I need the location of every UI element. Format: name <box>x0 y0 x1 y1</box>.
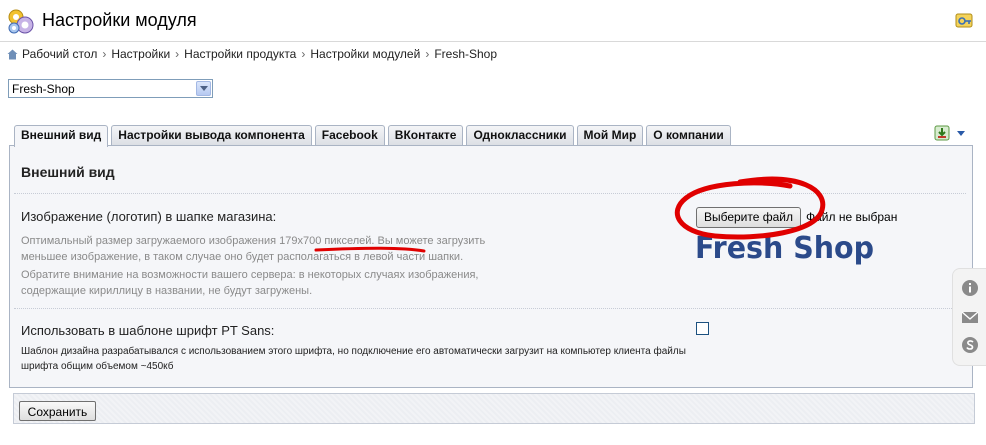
logo-preview: Fresh Shop <box>695 231 875 266</box>
breadcrumb-item-current: Fresh-Shop <box>434 47 498 61</box>
breadcrumb-separator: › <box>175 47 180 61</box>
tab-vkontakte[interactable]: ВКонтакте <box>387 125 464 145</box>
tab-moi-mir[interactable]: Мой Мир <box>576 125 644 145</box>
logo-option-hint-size: Оптимальный размер загружаемого изображе… <box>21 235 486 263</box>
section-divider <box>14 193 966 194</box>
tab-tools-icon[interactable] <box>934 125 968 141</box>
tab-facebook[interactable]: Facebook <box>314 125 385 145</box>
tab-odnoklassniki[interactable]: Одноклассники <box>466 125 574 145</box>
breadcrumb: Рабочий стол › Настройки › Настройки про… <box>7 46 497 62</box>
breadcrumb-separator: › <box>425 47 430 61</box>
font-option-hint: Шаблон дизайна разрабатывался с использо… <box>21 346 686 372</box>
breadcrumb-item-module-settings[interactable]: Настройки модулей <box>310 47 420 61</box>
breadcrumb-separator: › <box>301 47 306 61</box>
chevron-down-icon[interactable] <box>196 81 211 96</box>
help-key-icon[interactable] <box>955 12 975 30</box>
logo-option-hint-cyrillic: Обратите внимание на возможности вашего … <box>21 269 479 297</box>
module-select-value: Fresh-Shop <box>12 82 75 96</box>
breadcrumb-item-settings[interactable]: Настройки <box>111 47 170 61</box>
tab-component-output[interactable]: Настройки вывода компонента <box>111 125 312 145</box>
logo-option-label: Изображение (логотип) в шапке магазина: <box>21 209 277 224</box>
tabs-row: Внешний вид Настройки вывода компонента … <box>14 125 734 147</box>
tab-about-company[interactable]: О компании <box>646 125 731 145</box>
tab-appearance[interactable]: Внешний вид <box>14 125 109 147</box>
footer-panel <box>13 393 975 424</box>
option-divider <box>14 308 966 309</box>
page-title: Настройки модуля <box>42 10 197 30</box>
home-icon <box>7 49 18 59</box>
section-title: Внешний вид <box>21 164 115 180</box>
choose-file-button[interactable]: Выберите файл <box>696 207 801 228</box>
file-status: Файл не выбран <box>806 210 898 224</box>
breadcrumb-item-desktop[interactable]: Рабочий стол <box>22 47 97 61</box>
side-widget <box>952 268 986 366</box>
breadcrumb-item-product-settings[interactable]: Настройки продукта <box>184 47 296 61</box>
title-bar: Настройки модуля <box>0 0 986 42</box>
mail-icon[interactable] <box>961 308 979 326</box>
info-icon[interactable] <box>961 279 979 297</box>
pt-sans-checkbox[interactable] <box>696 322 709 335</box>
font-option-label: Использовать в шаблоне шрифт PT Sans: <box>21 323 275 338</box>
save-button[interactable]: Сохранить <box>19 401 96 421</box>
module-select[interactable]: Fresh-Shop <box>8 79 213 98</box>
skype-icon[interactable] <box>961 336 979 354</box>
breadcrumb-separator: › <box>102 47 107 61</box>
gears-icon <box>8 9 34 34</box>
